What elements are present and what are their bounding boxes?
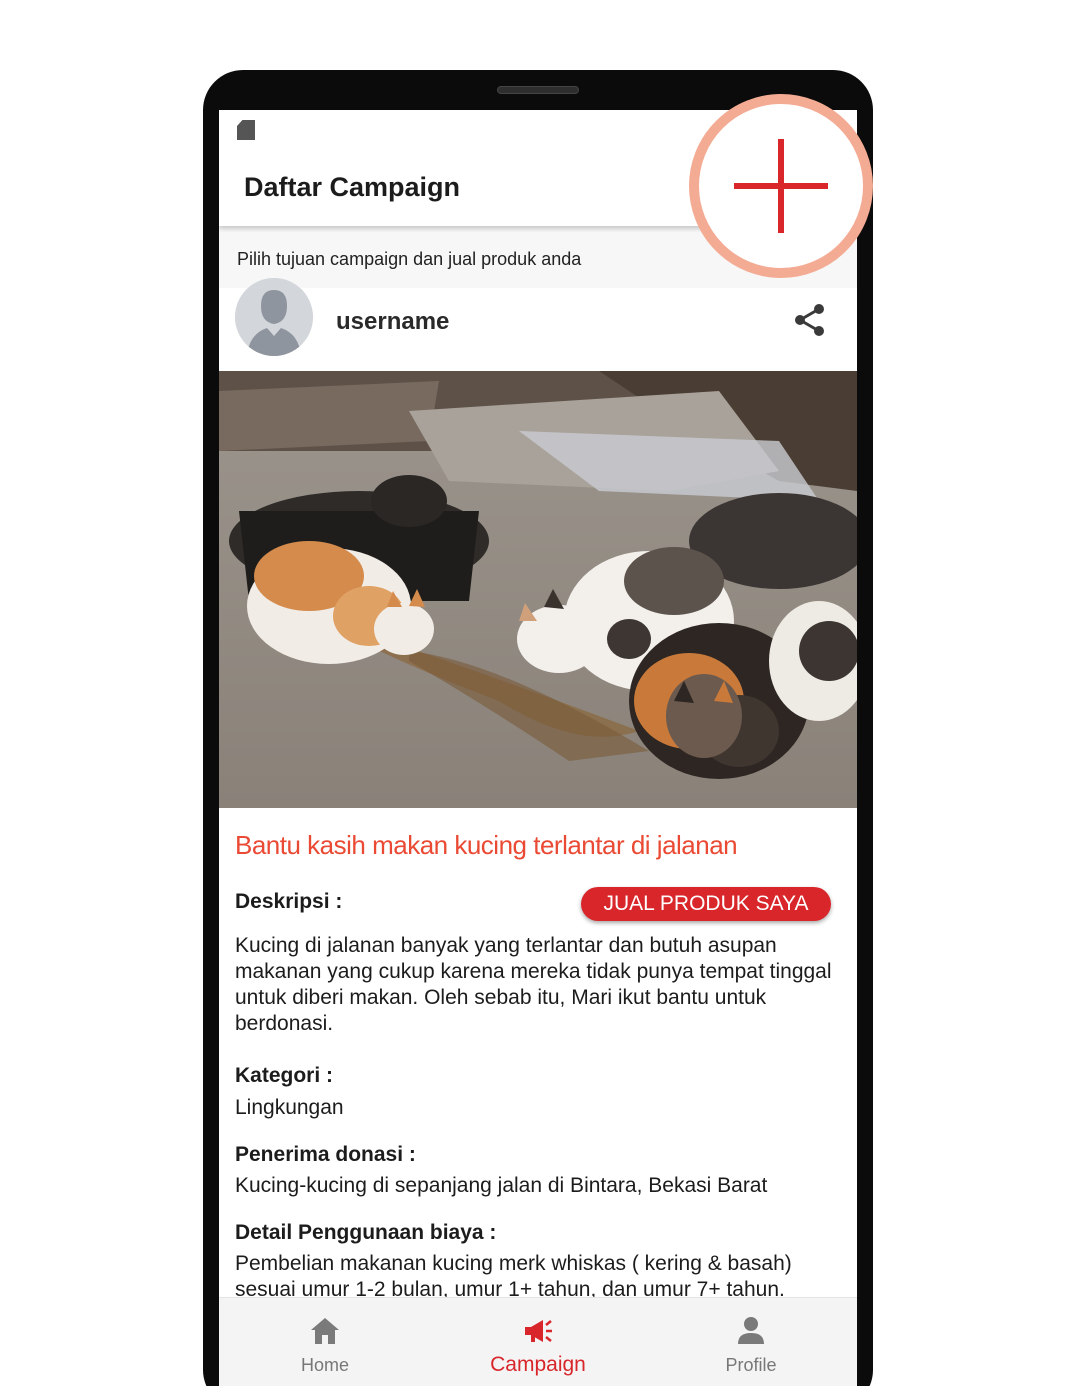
- bottom-navigation: Home Campaign Profile: [219, 1297, 857, 1386]
- person-icon: [738, 1317, 764, 1344]
- category-label: Kategori :: [235, 1064, 334, 1087]
- category-value: Lingkungan: [235, 1096, 344, 1119]
- cost-detail-label: Detail Penggunaan biaya :: [235, 1221, 497, 1244]
- add-campaign-button[interactable]: [689, 94, 873, 278]
- cats-eating-photo: [219, 371, 857, 808]
- nav-item-campaign[interactable]: Campaign: [432, 1298, 644, 1386]
- nav-item-home[interactable]: Home: [219, 1298, 431, 1386]
- sell-product-button[interactable]: JUAL PRODUK SAYA: [581, 887, 831, 921]
- nav-label-profile: Profile: [725, 1355, 777, 1375]
- home-icon: [311, 1318, 339, 1344]
- page-title: Daftar Campaign: [244, 172, 461, 202]
- campaign-photo[interactable]: [219, 371, 857, 808]
- recipient-value: Kucing-kucing di sepanjang jalan di Bint…: [235, 1174, 768, 1197]
- username[interactable]: username: [336, 308, 449, 336]
- phone-speaker: [497, 86, 579, 94]
- cost-detail-text: Pembelian makanan kucing merk whiskas ( …: [235, 1252, 792, 1301]
- recipient-label: Penerima donasi :: [235, 1143, 416, 1166]
- description-text: Kucing di jalanan banyak yang terlantar …: [235, 934, 832, 1035]
- share-icon[interactable]: [792, 302, 828, 338]
- campaign-details-card: Bantu kasih makan kucing terlantar di ja…: [219, 808, 857, 1308]
- nav-label-home: Home: [300, 1355, 349, 1375]
- avatar-placeholder-icon: [235, 278, 313, 356]
- avatar[interactable]: [235, 278, 313, 356]
- plus-icon: [734, 139, 828, 233]
- post-header: username: [219, 278, 857, 371]
- app-screen: Daftar Campaign Pilih tujuan campaign da…: [219, 110, 857, 1386]
- description-label: Deskripsi :: [235, 890, 343, 913]
- page-subtitle: Pilih tujuan campaign dan jual produk an…: [237, 249, 582, 269]
- nav-item-profile[interactable]: Profile: [645, 1298, 857, 1386]
- megaphone-icon: [525, 1320, 552, 1342]
- nav-label-campaign: Campaign: [490, 1353, 586, 1376]
- sd-card-icon: [237, 120, 255, 140]
- campaign-title[interactable]: Bantu kasih makan kucing terlantar di ja…: [235, 830, 738, 861]
